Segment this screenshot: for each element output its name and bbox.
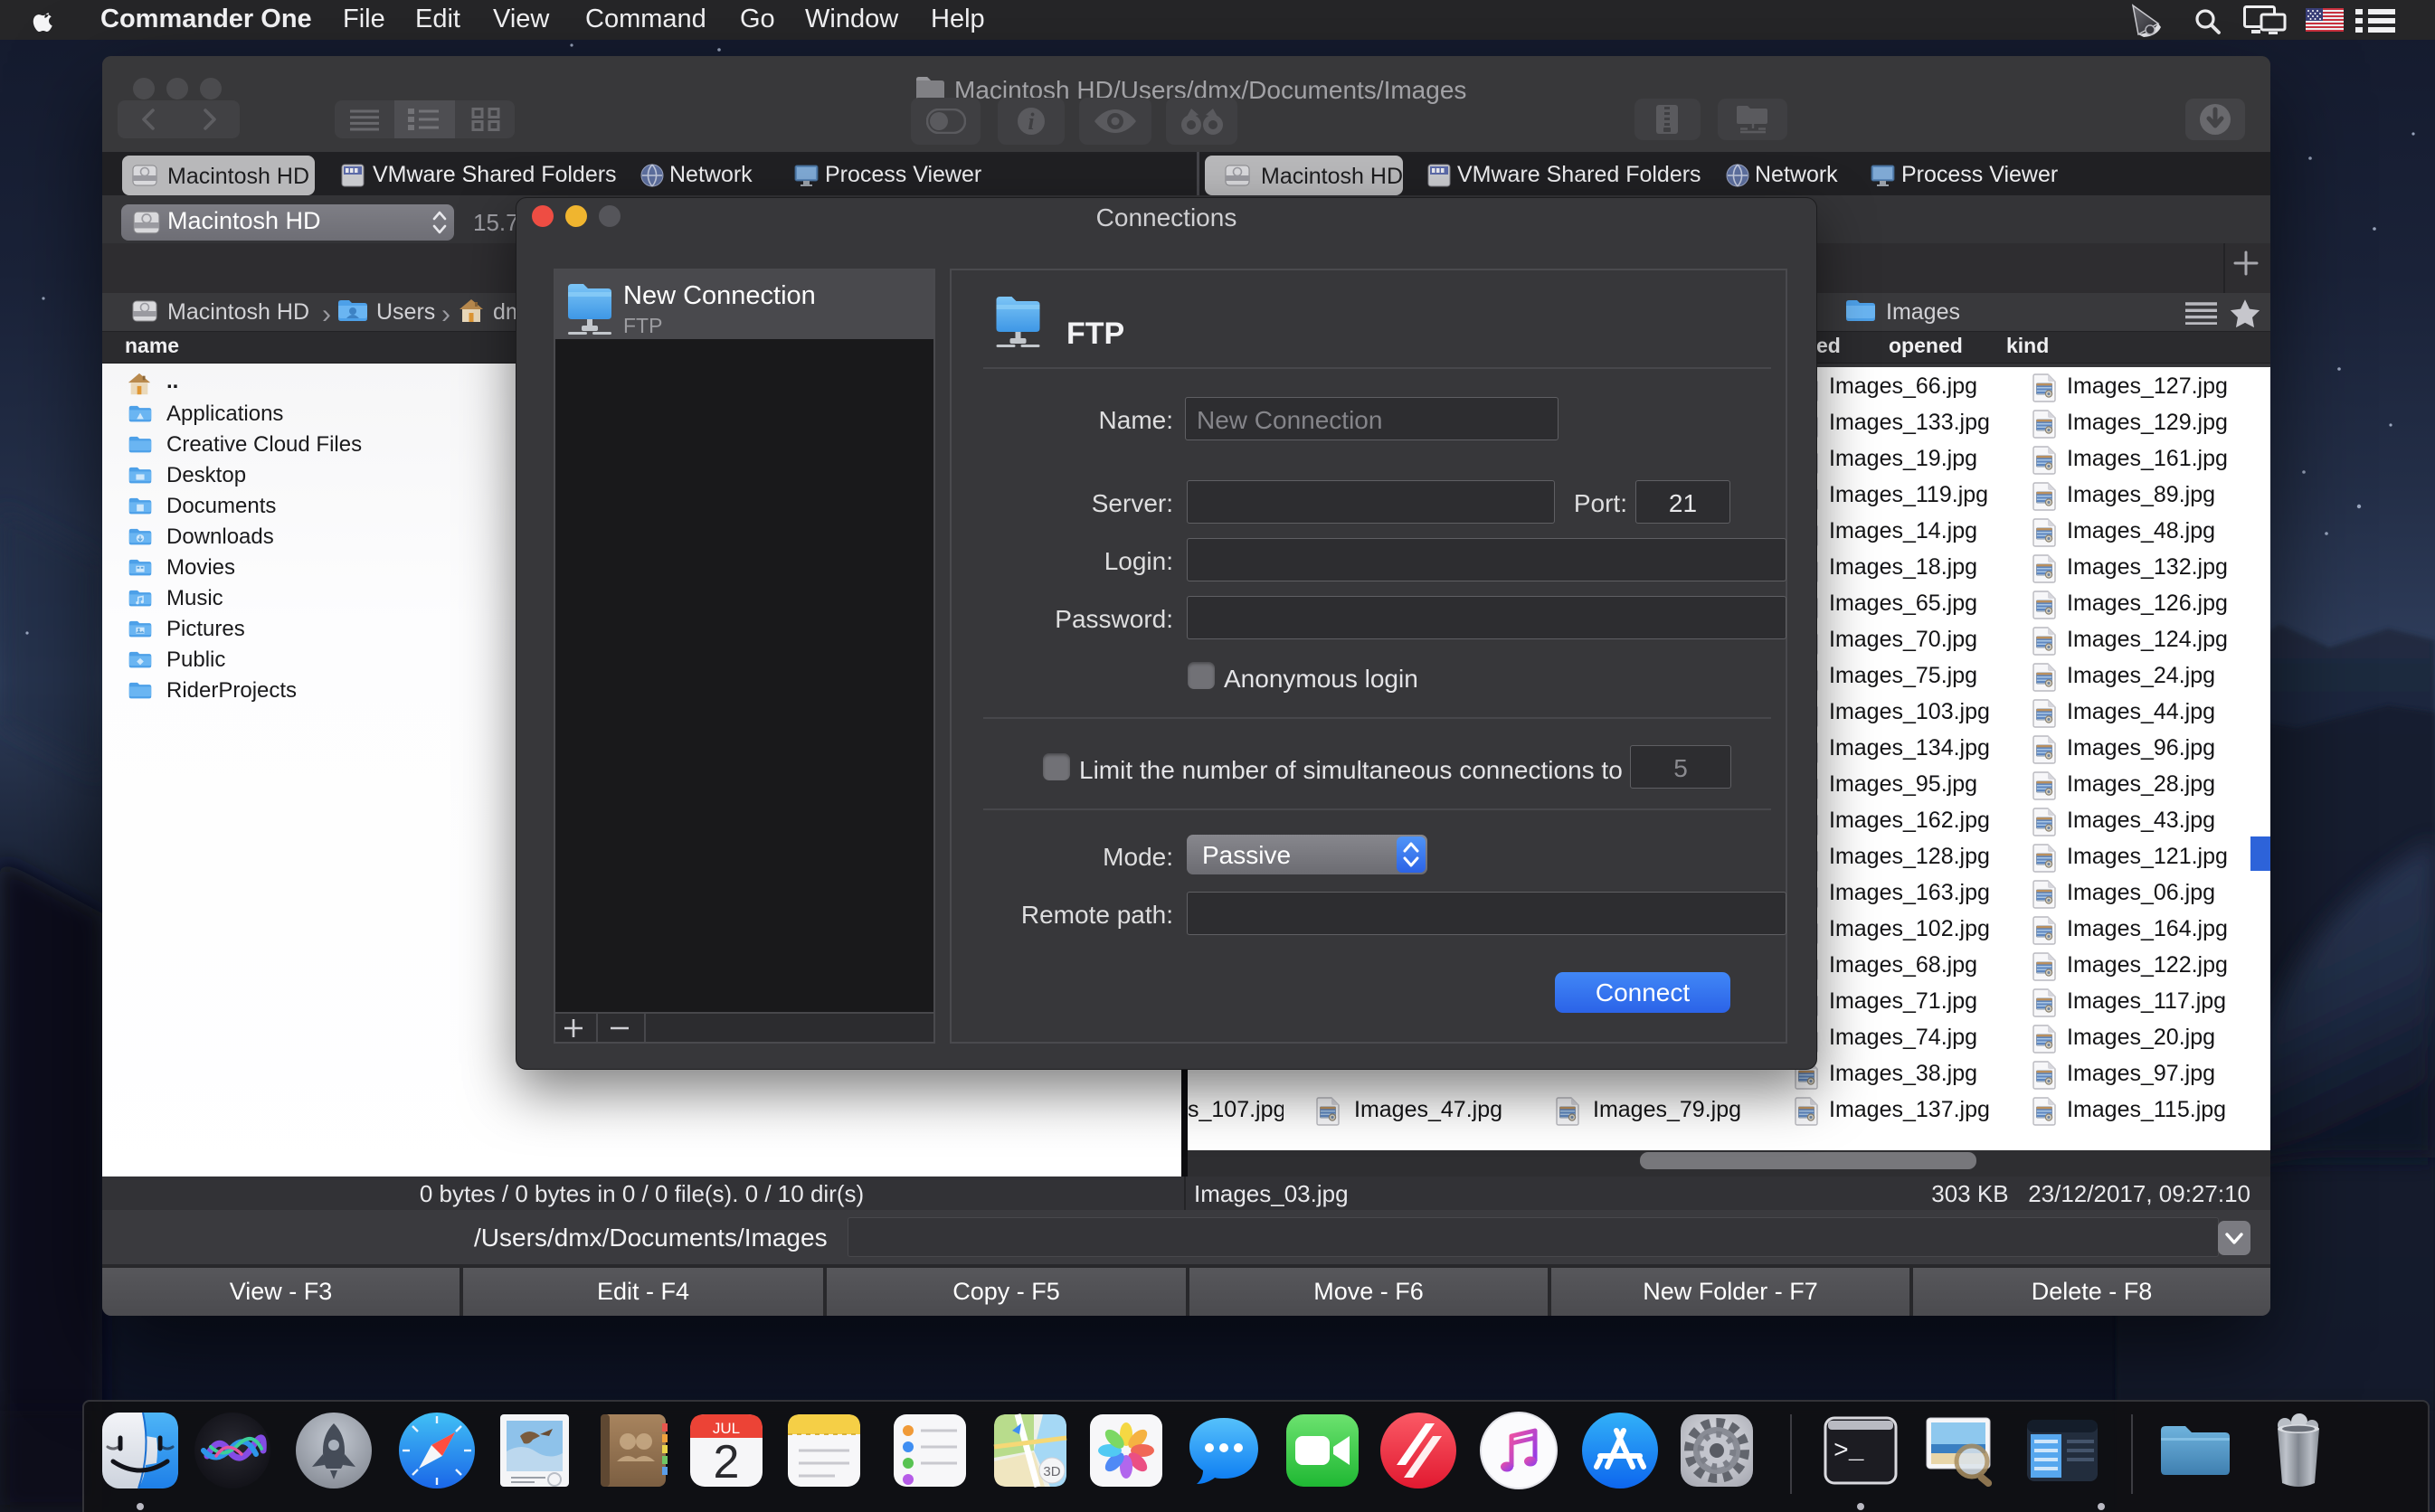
svg-text:2: 2 [714,1436,740,1488]
svg-text:i: i [1028,109,1035,135]
svg-text:>_: >_ [1833,1438,1864,1466]
svg-text:3D: 3D [1043,1464,1060,1479]
svg-text:JUL: JUL [713,1420,740,1437]
